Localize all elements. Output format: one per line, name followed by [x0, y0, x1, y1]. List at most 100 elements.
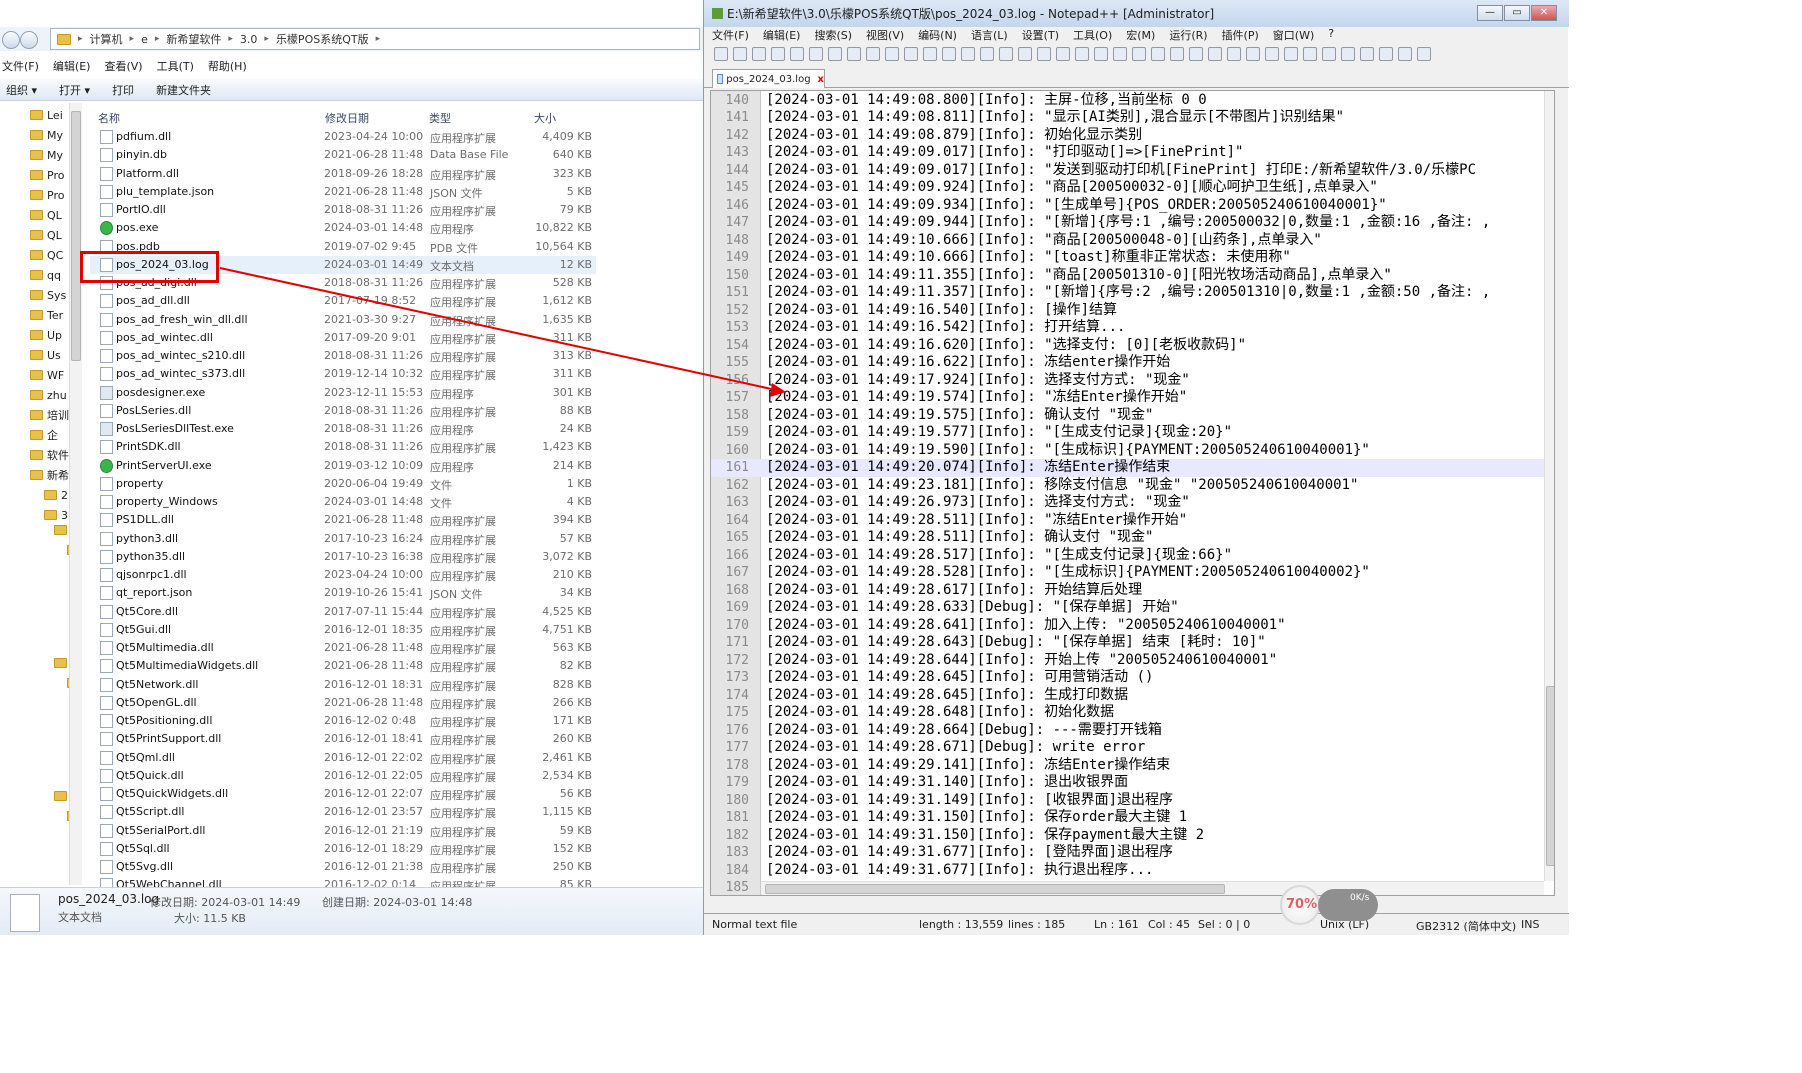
editor-line[interactable]: 179 [2024-03-01 14:49:31.140][Info]: 退出收银…: [711, 774, 1544, 792]
toolbar-icon[interactable]: [1246, 47, 1260, 61]
toolbar-icon[interactable]: [885, 47, 899, 61]
editor-line[interactable]: 174 [2024-03-01 14:49:28.645][Info]: 生成打印…: [711, 687, 1544, 705]
editor-line[interactable]: 146 [2024-03-01 14:49:09.934][Info]: "[生成…: [711, 197, 1544, 215]
nav-folder-item[interactable]: Sys: [30, 285, 66, 305]
nav-folder-item[interactable]: My: [30, 145, 63, 165]
npp-menu-item[interactable]: 文件(F): [712, 27, 749, 43]
back-button[interactable]: [2, 31, 20, 49]
editor-line[interactable]: 152 [2024-03-01 14:49:16.540][Info]: [操作]…: [711, 302, 1544, 320]
nav-folder-item[interactable]: My: [30, 125, 63, 145]
nav-folder-item[interactable]: 2: [44, 485, 68, 505]
file-row[interactable]: Platform.dll 2018-09-26 18:28 应用程序扩展 323 KB: [90, 165, 596, 183]
file-row[interactable]: Qt5Core.dll 2017-07-11 15:44 应用程序扩展 4,525 K…: [90, 603, 596, 621]
editor-line[interactable]: 170 [2024-03-01 14:49:28.641][Info]: 加入上传…: [711, 617, 1544, 635]
file-row[interactable]: PrintServerUI.exe 2019-03-12 10:09 应用程序 214…: [90, 457, 596, 475]
file-row[interactable]: Qt5Network.dll 2016-12-01 18:31 应用程序扩展 828 …: [90, 676, 596, 694]
file-row[interactable]: property 2020-06-04 19:49 文件 1 KB: [90, 475, 596, 493]
scroll-thumb[interactable]: [71, 111, 81, 361]
toolbar-icon[interactable]: [1037, 47, 1051, 61]
file-row[interactable]: Qt5OpenGL.dll 2021-06-28 11:48 应用程序扩展 266 K…: [90, 694, 596, 712]
new-folder-button[interactable]: 新建文件夹: [156, 82, 211, 98]
close-tab-icon[interactable]: x: [818, 74, 824, 85]
toolbar-icon[interactable]: [904, 47, 918, 61]
file-row[interactable]: Qt5QuickWidgets.dll 2016-12-01 22:07 应用程序扩…: [90, 785, 596, 803]
nav-folder-item[interactable]: 软件: [30, 445, 69, 465]
editor-line[interactable]: 149 [2024-03-01 14:49:10.666][Info]: "[to…: [711, 249, 1544, 267]
editor-line[interactable]: 176 [2024-03-01 14:49:28.664][Debug]: ---…: [711, 722, 1544, 740]
toolbar-icon[interactable]: [1170, 47, 1184, 61]
toolbar-icon[interactable]: [923, 47, 937, 61]
npp-menu-item[interactable]: 设置(T): [1022, 27, 1059, 43]
nav-folder-item[interactable]: QC: [30, 245, 63, 265]
npp-menu-item[interactable]: ?: [1328, 27, 1334, 43]
toolbar-icon[interactable]: [1094, 47, 1108, 61]
maximize-button[interactable]: ▭: [1504, 5, 1530, 21]
editor-line[interactable]: 148 [2024-03-01 14:49:10.666][Info]: "商品[…: [711, 232, 1544, 250]
file-row[interactable]: Qt5MultimediaWidgets.dll 2021-06-28 11:48…: [90, 657, 596, 675]
toolbar-icon[interactable]: [1132, 47, 1146, 61]
editor-line[interactable]: 168 [2024-03-01 14:49:28.617][Info]: 开始结算…: [711, 582, 1544, 600]
file-row[interactable]: pos_ad_fresh_win_dll.dll 2021-03-30 9:27 应…: [90, 311, 596, 329]
column-size[interactable]: 大小: [534, 110, 556, 126]
editor-line[interactable]: 165 [2024-03-01 14:49:28.511][Info]: 确认支付…: [711, 529, 1544, 547]
menu-tools[interactable]: 工具(T): [157, 58, 194, 76]
toolbar-icon[interactable]: [980, 47, 994, 61]
npp-menu-item[interactable]: 插件(P): [1222, 27, 1259, 43]
editor-line[interactable]: 147 [2024-03-01 14:49:09.944][Info]: "[新增…: [711, 214, 1544, 232]
toolbar-icon[interactable]: [1417, 47, 1431, 61]
npp-menu-item[interactable]: 运行(R): [1169, 27, 1207, 43]
file-row[interactable]: Qt5Positioning.dll 2016-12-02 0:48 应用程序扩展 1…: [90, 712, 596, 730]
editor-line[interactable]: 150 [2024-03-01 14:49:11.355][Info]: "商品[…: [711, 267, 1544, 285]
npp-menu-item[interactable]: 工具(O): [1073, 27, 1112, 43]
nav-folder-item[interactable]: qq: [30, 265, 61, 285]
column-type[interactable]: 类型: [429, 110, 451, 126]
file-row[interactable]: qt_report.json 2019-10-26 15:41 JSON 文件 34 …: [90, 584, 596, 602]
file-row[interactable]: PosLSeries.dll 2018-08-31 11:26 应用程序扩展 88 K…: [90, 402, 596, 420]
toolbar-icon[interactable]: [1341, 47, 1355, 61]
editor-line[interactable]: 171 [2024-03-01 14:49:28.643][Debug]: "[保…: [711, 634, 1544, 652]
menu-file[interactable]: 文件(F): [2, 58, 39, 76]
nav-folder-item[interactable]: 企: [30, 425, 58, 445]
file-row[interactable]: qjsonrpc1.dll 2023-04-24 10:00 应用程序扩展 210 K…: [90, 566, 596, 584]
breadcrumb-item[interactable]: e: [141, 33, 148, 46]
editor-line[interactable]: 157 [2024-03-01 14:49:19.574][Info]: "冻结E…: [711, 389, 1544, 407]
toolbar-icon[interactable]: [1360, 47, 1374, 61]
editor-line[interactable]: 154 [2024-03-01 14:49:16.620][Info]: "选择支…: [711, 337, 1544, 355]
editor-line[interactable]: 181 [2024-03-01 14:49:31.150][Info]: 保存or…: [711, 809, 1544, 827]
toolbar-icon[interactable]: [1322, 47, 1336, 61]
nav-folder-item[interactable]: Pro: [30, 185, 64, 205]
toolbar-icon[interactable]: [961, 47, 975, 61]
toolbar-icon[interactable]: [847, 47, 861, 61]
editor-line[interactable]: 151 [2024-03-01 14:49:11.357][Info]: "[新增…: [711, 284, 1544, 302]
toolbar-icon[interactable]: [1379, 47, 1393, 61]
toolbar-icon[interactable]: [809, 47, 823, 61]
npp-menu-item[interactable]: 编码(N): [918, 27, 957, 43]
editor-line[interactable]: 183 [2024-03-01 14:49:31.677][Info]: [登陆界…: [711, 844, 1544, 862]
toolbar-icon[interactable]: [1398, 47, 1412, 61]
editor-line[interactable]: 156 [2024-03-01 14:49:17.924][Info]: 选择支付…: [711, 372, 1544, 390]
menu-view[interactable]: 查看(V): [104, 58, 142, 76]
minimize-button[interactable]: —: [1477, 5, 1503, 21]
file-row[interactable]: Qt5PrintSupport.dll 2016-12-01 18:41 应用程序扩…: [90, 730, 596, 748]
breadcrumb-item[interactable]: 新希望软件: [166, 31, 221, 47]
file-row[interactable]: Qt5Qml.dll 2016-12-01 22:02 应用程序扩展 2,461 KB: [90, 749, 596, 767]
toolbar-icon[interactable]: [1056, 47, 1070, 61]
menu-help[interactable]: 帮助(H): [208, 58, 247, 76]
editor-line[interactable]: 142 [2024-03-01 14:49:08.879][Info]: 初始化显…: [711, 127, 1544, 145]
file-row[interactable]: pos.exe 2024-03-01 14:48 应用程序 10,822 KB: [90, 219, 596, 237]
column-date[interactable]: 修改日期: [325, 110, 369, 126]
toolbar-icon[interactable]: [1303, 47, 1317, 61]
editor-line[interactable]: 141 [2024-03-01 14:49:08.811][Info]: "显示[…: [711, 109, 1544, 127]
toolbar-icon[interactable]: [1208, 47, 1222, 61]
toolbar-icon[interactable]: [1284, 47, 1298, 61]
file-row[interactable]: PosLSeriesDllTest.exe 2018-08-31 11:26 应用程…: [90, 420, 596, 438]
editor-line[interactable]: 175 [2024-03-01 14:49:28.648][Info]: 初始化数…: [711, 704, 1544, 722]
npp-menu-item[interactable]: 语言(L): [971, 27, 1008, 43]
toolbar-icon[interactable]: [1113, 47, 1127, 61]
editor-line[interactable]: 162 [2024-03-01 14:49:23.181][Info]: 移除支付…: [711, 477, 1544, 495]
file-row[interactable]: plu_template.json 2021-06-28 11:48 JSON 文件…: [90, 183, 596, 201]
toolbar-icon[interactable]: [752, 47, 766, 61]
editor-line[interactable]: 173 [2024-03-01 14:49:28.645][Info]: 可用营销…: [711, 669, 1544, 687]
file-row[interactable]: pos_ad_wintec.dll 2017-09-20 9:01 应用程序扩展 31…: [90, 329, 596, 347]
editor-line[interactable]: 177 [2024-03-01 14:49:28.671][Debug]: wri…: [711, 739, 1544, 757]
